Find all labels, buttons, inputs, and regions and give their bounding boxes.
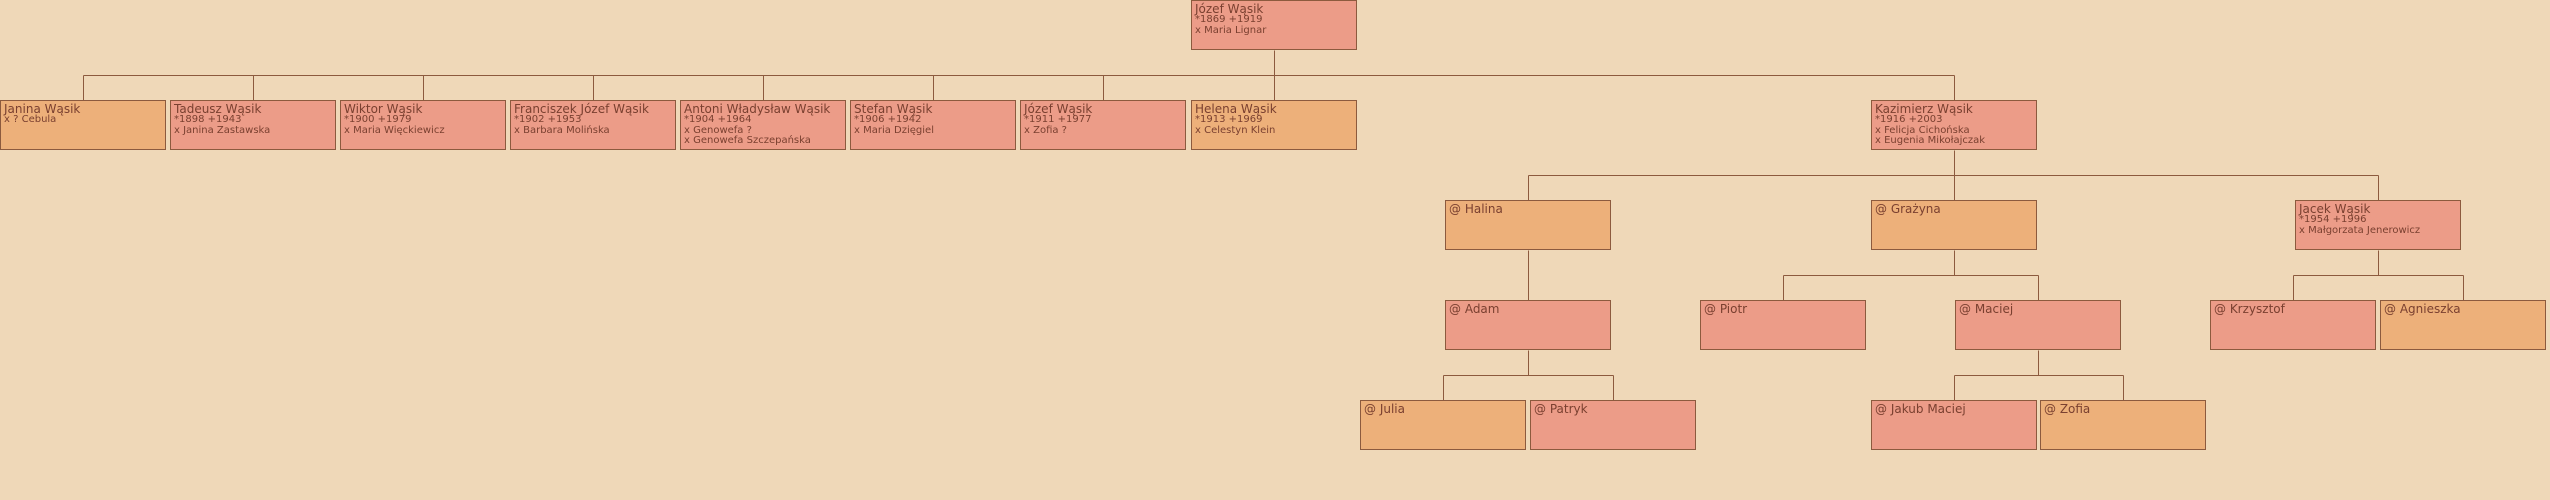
person-box-grazyna[interactable]: @ Grażyna [1871,200,2037,250]
spouse-line: x ? Cebula [4,114,57,125]
life-dates: *1913 +1969 [1195,114,1263,125]
person-box-helena[interactable]: Helena Wąsik *1913 +1969 x Celestyn Klein [1191,100,1357,150]
person-name: @ Maciej [1959,302,2014,316]
person-box-janina[interactable]: Janina Wąsik x ? Cebula [0,100,166,150]
life-dates: *1898 +1943 [174,114,242,125]
spouse-line: x Janina Zastawska [174,124,271,136]
spouse-line: x Małgorzata Jenerowicz [2299,224,2421,236]
spouse-line: x Maria Więckiewicz [344,124,445,136]
person-box-patryk[interactable]: @ Patryk [1530,400,1696,450]
spouse-line: x Genowefa Szczepańska [684,135,811,146]
person-box-zofia[interactable]: @ Zofia [2040,400,2206,450]
person-name: @ Patryk [1534,402,1588,416]
person-box-julia[interactable]: @ Julia [1360,400,1526,450]
person-name: @ Julia [1364,402,1405,416]
person-name: @ Grażyna [1875,202,1941,216]
person-box-agnieszka[interactable]: @ Agnieszka [2380,300,2546,350]
life-dates: *1911 +1977 [1024,114,1092,125]
person-box-stefan[interactable]: Stefan Wąsik *1906 +1942 x Maria Dzięgiel [850,100,1016,150]
life-dates: *1916 +2003 [1875,114,1943,125]
person-name: @ Agnieszka [2384,302,2461,316]
person-box-tadeusz[interactable]: Tadeusz Wąsik *1898 +1943 x Janina Zastaws… [170,100,336,150]
life-dates: *1869 +1919 [1195,14,1263,25]
person-box-jozef-root[interactable]: Józef Wąsik *1869 +1919 x Maria Lignar [1191,0,1357,50]
person-box-wiktor[interactable]: Wiktor Wąsik *1900 +1979 x Maria Więckiewi… [340,100,506,150]
person-name: @ Krzysztof [2214,302,2285,316]
person-name: @ Halina [1449,202,1503,216]
person-box-jakub[interactable]: @ Jakub Maciej [1871,400,2037,450]
person-box-franciszek[interactable]: Franciszek Józef Wąsik *1902 +1953 x Barba… [510,100,676,150]
person-name: @ Adam [1449,302,1500,316]
life-dates: *1900 +1979 [344,114,412,125]
person-box-krzysztof[interactable]: @ Krzysztof [2210,300,2376,350]
life-dates: *1904 +1964 [684,114,752,125]
person-box-maciej[interactable]: @ Maciej [1955,300,2121,350]
person-box-halina[interactable]: @ Halina [1445,200,1611,250]
spouse-line: x Maria Dzięgiel [854,124,934,136]
life-dates: *1954 +1996 [2299,214,2367,225]
life-dates: *1906 +1942 [854,114,922,125]
person-box-jozef2[interactable]: Józef Wąsik *1911 +1977 x Zofia ? [1020,100,1186,150]
spouse-line: x Eugenia Mikołajczak [1875,135,1986,146]
spouse-line: x Barbara Molińska [514,124,610,136]
person-box-antoni[interactable]: Antoni Władysław Wąsik *1904 +1964 x Genow… [680,100,846,150]
person-box-adam[interactable]: @ Adam [1445,300,1611,350]
person-box-piotr[interactable]: @ Piotr [1700,300,1866,350]
person-box-kazimierz[interactable]: Kazimierz Wąsik *1916 +2003 x Felicja Cich… [1871,100,2037,150]
person-box-jacek[interactable]: Jacek Wąsik *1954 +1996 x Małgorzata Jener… [2295,200,2461,250]
spouse-line: x Zofia ? [1024,124,1067,136]
person-name: @ Zofia [2044,402,2091,416]
person-name: @ Piotr [1704,302,1748,316]
spouse-line: x Celestyn Klein [1195,124,1276,136]
person-name: @ Jakub Maciej [1875,402,1966,416]
spouse-line: x Maria Lignar [1195,24,1267,36]
life-dates: *1902 +1953 [514,114,582,125]
